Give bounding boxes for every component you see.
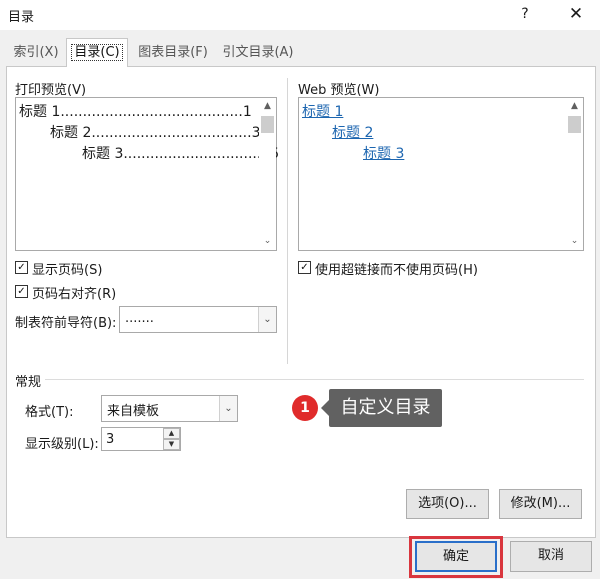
column-divider xyxy=(287,78,288,364)
chevron-down-icon[interactable]: ⌄ xyxy=(219,396,237,421)
levels-label: 显示级别(L): xyxy=(25,437,99,452)
modify-button[interactable]: 修改(M)... xyxy=(499,489,582,519)
ok-button[interactable]: 确定 xyxy=(415,541,497,572)
cancel-button[interactable]: 取消 xyxy=(510,541,592,572)
show-page-numbers-checkbox[interactable]: ✓ xyxy=(15,261,28,274)
show-page-numbers-label[interactable]: 显示页码(S) xyxy=(32,259,102,278)
right-align-label[interactable]: 页码右对齐(R) xyxy=(32,283,116,302)
callout-tooltip: 自定义目录 xyxy=(329,389,442,427)
tab-toc-label: 目录(C) xyxy=(71,44,123,61)
print-preview-label-text: 打印预览(V) xyxy=(15,83,87,98)
levels-stepper[interactable]: 3 ▲ ▼ xyxy=(101,427,181,451)
print-preview-line-3: 标题 3.................................5 xyxy=(82,146,280,162)
help-button[interactable]: ? xyxy=(514,3,536,25)
web-preview-scrollbar[interactable]: ▲ ⌄ xyxy=(566,98,583,250)
callout-pointer xyxy=(321,400,329,416)
tab-authorities[interactable]: 引文目录(A) xyxy=(218,40,298,65)
general-section-label: 常规 xyxy=(15,375,42,390)
dialog-title: 目录 xyxy=(8,10,35,25)
use-hyperlinks-label[interactable]: 使用超链接而不使用页码(H) xyxy=(315,259,478,278)
print-preview-label: 打印预览(V) xyxy=(15,79,86,98)
use-hyperlinks-checkbox[interactable]: ✓ xyxy=(298,261,311,274)
callout-number-badge: 1 xyxy=(292,395,318,421)
tab-leader-select[interactable]: ....... ⌄ xyxy=(119,306,277,333)
web-preview-link-1[interactable]: 标题 1 xyxy=(302,101,343,121)
print-preview-line-1: 标题 1....................................… xyxy=(19,104,252,120)
format-label: 格式(T): xyxy=(25,405,74,420)
right-align-checkbox[interactable]: ✓ xyxy=(15,285,28,298)
scroll-up-icon[interactable]: ▲ xyxy=(566,98,583,115)
scroll-down-icon[interactable]: ⌄ xyxy=(259,233,276,250)
chevron-down-icon[interactable]: ⌄ xyxy=(258,307,276,332)
tab-index[interactable]: 索引(X) xyxy=(8,40,64,65)
spin-up-icon[interactable]: ▲ xyxy=(163,428,180,439)
scroll-thumb[interactable] xyxy=(568,116,581,133)
print-preview-line-2: 标题 2....................................… xyxy=(50,125,261,141)
levels-value: 3 xyxy=(106,432,115,447)
web-preview-box[interactable]: 标题 1 标题 2 标题 3 ▲ ⌄ xyxy=(298,97,584,251)
web-preview-label: Web 预览(W) xyxy=(298,83,380,98)
format-value: 来自模板 xyxy=(107,404,160,419)
scroll-up-icon[interactable]: ▲ xyxy=(259,98,276,115)
options-button[interactable]: 选项(O)... xyxy=(406,489,489,519)
web-preview-link-3[interactable]: 标题 3 xyxy=(363,143,404,163)
close-button[interactable]: ✕ xyxy=(564,2,588,26)
scroll-thumb[interactable] xyxy=(261,116,274,133)
format-select[interactable]: 来自模板 ⌄ xyxy=(101,395,238,422)
tab-leader-value: ....... xyxy=(125,311,154,326)
scroll-down-icon[interactable]: ⌄ xyxy=(566,233,583,250)
web-preview-link-2[interactable]: 标题 2 xyxy=(332,122,373,142)
print-preview-box[interactable]: 标题 1....................................… xyxy=(15,97,280,251)
spin-down-icon[interactable]: ▼ xyxy=(163,439,180,450)
title-bar xyxy=(0,0,600,30)
tab-toc[interactable]: 目录(C) xyxy=(66,38,128,67)
print-preview-scrollbar[interactable]: ▲ ⌄ xyxy=(259,98,276,250)
general-divider xyxy=(45,379,584,380)
tab-figures[interactable]: 图表目录(F) xyxy=(132,40,214,65)
tab-leader-label: 制表符前导符(B): xyxy=(15,316,117,331)
